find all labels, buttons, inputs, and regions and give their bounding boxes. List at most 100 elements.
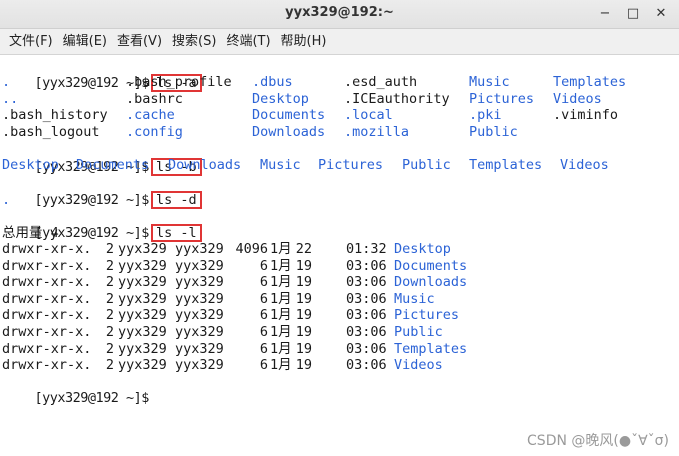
ls-b-entry: Public [402,157,451,173]
ls-a-entry: Desktop [252,90,309,107]
menu-terminal[interactable]: 终端(T) [221,29,275,55]
ls-l-user: yyx329 [118,257,167,274]
ls-l-links: 2 [105,274,114,291]
ls-l-links: 2 [105,290,114,307]
ls-l-links: 2 [105,241,114,257]
ls-l-user: yyx329 [118,340,167,357]
ls-a-entry: .local [344,107,393,123]
ls-l-links: 2 [105,324,114,340]
ls-l-size: 6 [259,257,268,274]
command-line: [yyx329@192 ~]$ ls -d [2,175,202,209]
ls-l-group: yyx329 [175,340,224,357]
ls-l-perm: drwxr-xr-x. [2,357,92,374]
ls-l-name: Templates [394,340,468,357]
ls-l-perm: drwxr-xr-x. [2,340,92,357]
ls-l-group: yyx329 [175,257,224,274]
ls-l-time: 03:06 [346,307,387,324]
ls-l-perm: drwxr-xr-x. [2,241,92,257]
ls-l-name: Public [394,324,443,340]
ls-d-output: . [2,192,11,208]
ls-l-day: 19 [295,257,312,274]
ls-a-entry: Pictures [469,90,535,107]
ls-a-entry: .pki [469,107,502,123]
ls-a-entry: .ICEauthority [344,90,450,107]
ls-a-entry: Music [469,74,510,90]
command-line: [yyx329@192 ~]$ ls -a [2,58,202,92]
ls-l-day: 19 [295,357,312,374]
ls-l-size: 6 [259,274,268,291]
ls-l-links: 2 [105,257,114,274]
ls-l-month: 1月 [270,307,292,324]
ls-l-group: yyx329 [175,307,224,324]
watermark: CSDN @晚风(●ˇ∀ˇσ) [527,433,669,449]
ls-a-entry: .bash_logout [2,123,100,140]
ls-l-perm: drwxr-xr-x. [2,307,92,324]
ls-l-perm: drwxr-xr-x. [2,324,92,340]
ls-l-name: Desktop [394,241,451,257]
ls-l-month: 1月 [270,241,292,257]
ls-l-time: 03:06 [346,257,387,274]
ls-b-entry: Desktop [2,157,59,173]
ls-a-entry: .viminfo [553,107,619,123]
title-bar: yyx329@192:~ − □ ✕ [0,0,679,29]
ls-l-name: Videos [394,357,443,374]
ls-l-perm: drwxr-xr-x. [2,274,92,291]
ls-l-links: 2 [105,340,114,357]
ls-l-day: 19 [295,274,312,291]
ls-l-user: yyx329 [118,274,167,291]
ls-l-time: 03:06 [346,324,387,340]
terminal-output[interactable]: [yyx329@192 ~]$ ls -a [yyx329@192 ~]$ ls -… [0,56,679,456]
ls-l-time: 03:06 [346,274,387,291]
command-ls-d: ls -d [150,191,202,209]
menu-edit[interactable]: 编辑(E) [58,29,112,55]
ls-l-size: 4096 [235,241,268,257]
ls-l-name: Downloads [394,274,468,291]
ls-l-size: 6 [259,290,268,307]
ls-l-name: Pictures [394,307,460,324]
ls-a-entry: .. [2,90,19,107]
ls-a-entry: Downloads [252,123,326,140]
command-line: [yyx329@192 ~]$ ls -b [2,142,202,176]
ls-l-size: 6 [259,340,268,357]
menu-help[interactable]: 帮助(H) [276,29,332,55]
ls-l-total: 总用量 4 [2,225,59,241]
ls-a-entry: Documents [252,107,326,123]
ls-l-perm: drwxr-xr-x. [2,290,92,307]
ls-l-user: yyx329 [118,241,167,257]
ls-l-month: 1月 [270,290,292,307]
ls-b-entry: Downloads [168,157,242,173]
minimize-icon[interactable]: − [594,4,616,24]
maximize-icon[interactable]: □ [622,4,644,24]
ls-b-entry: Pictures [318,157,384,173]
ls-a-entry: Public [469,123,518,140]
close-icon[interactable]: ✕ [650,4,672,24]
ls-l-month: 1月 [270,357,292,374]
shell-prompt: [yyx329@192 ~]$ [34,192,150,208]
menu-file[interactable]: 文件(F) [4,29,58,55]
ls-l-group: yyx329 [175,357,224,374]
ls-l-month: 1月 [270,324,292,340]
window-title: yyx329@192:~ [285,5,394,20]
menu-view[interactable]: 查看(V) [112,29,167,55]
ls-l-size: 6 [259,357,268,374]
ls-a-entry: .config [126,123,183,140]
ls-l-month: 1月 [270,257,292,274]
ls-l-time: 01:32 [346,241,387,257]
menu-search[interactable]: 搜索(S) [167,29,221,55]
ls-l-user: yyx329 [118,307,167,324]
ls-l-day: 19 [295,340,312,357]
ls-a-entry: .mozilla [344,123,410,140]
ls-l-month: 1月 [270,274,292,291]
ls-a-entry: .bashrc [126,90,183,107]
ls-a-entry: .bash_profile [126,74,232,90]
ls-b-entry: Videos [560,157,609,173]
ls-l-day: 22 [295,241,312,257]
ls-a-entry: .dbus [252,74,293,90]
ls-l-month: 1月 [270,340,292,357]
ls-a-entry: . [2,74,11,90]
ls-a-entry: Templates [553,74,627,90]
ls-l-name: Documents [394,257,468,274]
ls-l-user: yyx329 [118,290,167,307]
ls-l-day: 19 [295,307,312,324]
ls-a-entry: .esd_auth [344,74,418,90]
